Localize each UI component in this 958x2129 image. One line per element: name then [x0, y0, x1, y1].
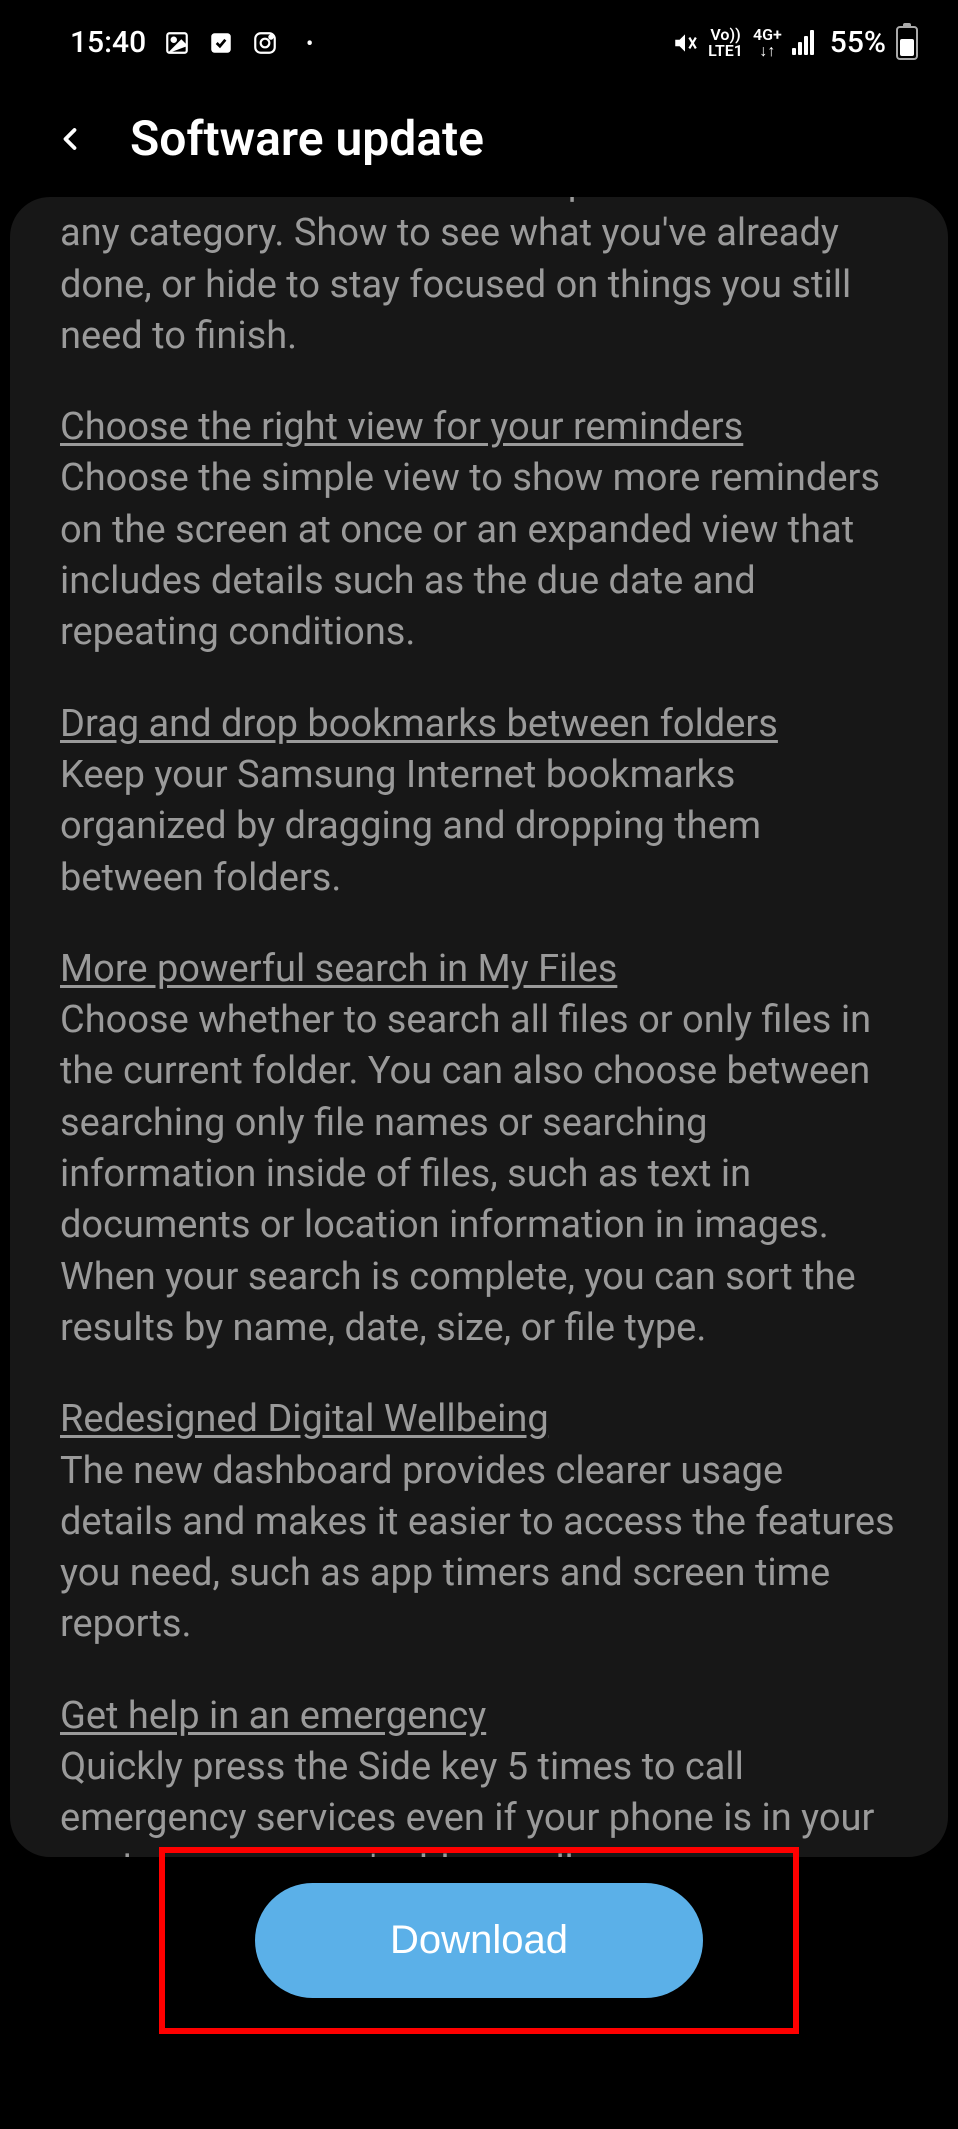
page-title: Software update	[130, 110, 484, 167]
section-body: Choose the simple view to show more remi…	[60, 453, 898, 658]
section-heading: Choose the right view for your reminders	[60, 402, 898, 453]
header: Software update	[0, 75, 958, 197]
section-body: The new dashboard provides clearer usage…	[60, 1446, 898, 1651]
checkbox-icon	[208, 30, 234, 56]
section-reminders-view: Choose the right view for your reminders…	[60, 402, 898, 658]
section-heading: Drag and drop bookmarks between folders	[60, 699, 898, 750]
download-highlight: Download	[159, 1847, 799, 2034]
status-bar: 15:40 • Vo)) LTE1 4G+ ↓↑ 55%	[0, 0, 958, 75]
back-arrow-icon	[52, 121, 88, 157]
content-scroll: You can show or hide the completed remin…	[60, 197, 898, 1857]
instagram-icon	[252, 30, 278, 56]
arrows-icon: ↓↑	[759, 43, 775, 59]
section-heading: More powerful search in My Files	[60, 944, 898, 995]
section-heading: Get help in an emergency	[60, 1691, 898, 1742]
download-button[interactable]: Download	[255, 1883, 703, 1998]
status-right: Vo)) LTE1 4G+ ↓↑ 55%	[672, 25, 918, 60]
section-bookmarks: Drag and drop bookmarks between folders …	[60, 699, 898, 904]
dot-icon: •	[306, 31, 313, 55]
section-heading: Redesigned Digital Wellbeing	[60, 1394, 898, 1445]
battery-icon	[896, 26, 918, 60]
network-volte: Vo)) LTE1	[708, 27, 743, 59]
status-left: 15:40 •	[70, 25, 313, 60]
section-body: Choose whether to search all files or on…	[60, 995, 898, 1354]
status-time: 15:40	[70, 25, 146, 60]
battery-percent: 55%	[830, 25, 886, 60]
network-4g: 4G+ ↓↑	[753, 27, 782, 59]
signal-icon	[792, 31, 814, 55]
back-button[interactable]	[50, 119, 90, 159]
section-wellbeing: Redesigned Digital Wellbeing The new das…	[60, 1394, 898, 1650]
content-container[interactable]: You can show or hide the completed remin…	[10, 197, 948, 1857]
partial-section: You can show or hide the completed remin…	[60, 197, 898, 362]
gallery-icon	[164, 30, 190, 56]
section-body: Keep your Samsung Internet bookmarks org…	[60, 750, 898, 904]
partial-text: You can show or hide the completed remin…	[60, 197, 898, 362]
mute-icon	[672, 30, 698, 56]
section-myfiles: More powerful search in My Files Choose …	[60, 944, 898, 1354]
download-area: Download	[0, 1827, 958, 2054]
